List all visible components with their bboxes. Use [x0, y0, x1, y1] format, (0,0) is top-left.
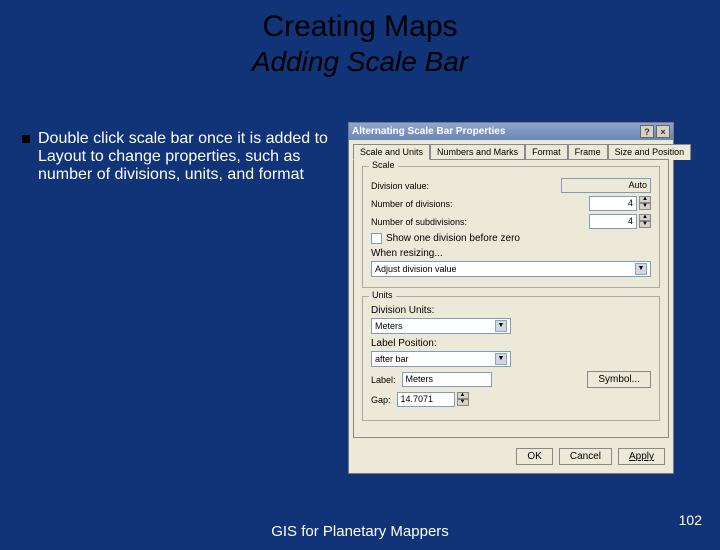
show-before-zero-label: Show one division before zero — [386, 233, 520, 244]
page-number: 102 — [679, 512, 702, 528]
tab-frame[interactable]: Frame — [568, 144, 608, 160]
chevron-down-icon: ▼ — [495, 320, 507, 332]
num-subdivisions-field[interactable]: 4 — [589, 214, 637, 229]
num-divisions-field[interactable]: 4 — [589, 196, 637, 211]
division-units-label: Division Units: — [371, 305, 434, 316]
gap-label: Gap: — [371, 395, 391, 405]
num-divisions-label: Number of divisions: — [371, 199, 453, 209]
help-button[interactable]: ? — [640, 125, 654, 138]
scale-group-label: Scale — [369, 160, 398, 170]
when-resizing-label: When resizing... — [371, 248, 443, 259]
when-resizing-select[interactable]: Adjust division value ▼ — [371, 261, 651, 277]
label-position-value: after bar — [375, 354, 409, 364]
close-button[interactable]: × — [656, 125, 670, 138]
tab-format[interactable]: Format — [525, 144, 568, 160]
bullet-list: Double click scale bar once it is added … — [22, 130, 332, 184]
units-group: Units Division Units: Meters ▼ Label Pos… — [362, 296, 660, 421]
division-value-field: Auto — [561, 178, 651, 193]
division-units-value: Meters — [375, 321, 403, 331]
dialog-title: Alternating Scale Bar Properties — [352, 126, 505, 137]
dialog-titlebar[interactable]: Alternating Scale Bar Properties ? × — [349, 123, 673, 140]
tabs: Scale and Units Numbers and Marks Format… — [349, 140, 673, 159]
ok-button[interactable]: OK — [516, 448, 552, 465]
tab-panel-scale-units: Scale Division value: Auto Number of div… — [353, 159, 669, 438]
slide-title-1: Creating Maps — [0, 10, 720, 44]
checkbox-box[interactable] — [371, 233, 382, 244]
dialog-buttons: OK Cancel Apply — [349, 442, 673, 473]
chevron-down-icon: ▼ — [635, 263, 647, 275]
tab-numbers-marks[interactable]: Numbers and Marks — [430, 144, 525, 160]
slide-title-2: Adding Scale Bar — [0, 46, 720, 78]
num-subdivisions-spinner[interactable]: ▲▼ — [639, 214, 651, 229]
apply-button[interactable]: Apply — [618, 448, 665, 465]
division-units-select[interactable]: Meters ▼ — [371, 318, 511, 334]
division-value-label: Division value: — [371, 181, 429, 191]
scale-group: Scale Division value: Auto Number of div… — [362, 166, 660, 288]
num-divisions-spinner[interactable]: ▲▼ — [639, 196, 651, 211]
chevron-down-icon: ▼ — [495, 353, 507, 365]
gap-field[interactable]: 14.7071 — [397, 392, 455, 407]
symbol-button[interactable]: Symbol... — [587, 371, 651, 388]
label-field-label: Label: — [371, 375, 396, 385]
when-resizing-value: Adjust division value — [375, 264, 457, 274]
label-position-label: Label Position: — [371, 338, 437, 349]
units-group-label: Units — [369, 290, 396, 300]
num-subdivisions-label: Number of subdivisions: — [371, 217, 467, 227]
properties-dialog: Alternating Scale Bar Properties ? × Sca… — [348, 122, 674, 474]
bullet-text: Double click scale bar once it is added … — [38, 130, 332, 184]
tab-scale-units[interactable]: Scale and Units — [353, 144, 430, 160]
label-field[interactable]: Meters — [402, 372, 492, 387]
slide-footer: GIS for Planetary Mappers — [0, 523, 720, 540]
bullet-marker — [22, 135, 30, 143]
tab-size-position[interactable]: Size and Position — [608, 144, 692, 160]
label-position-select[interactable]: after bar ▼ — [371, 351, 511, 367]
cancel-button[interactable]: Cancel — [559, 448, 612, 465]
gap-spinner[interactable]: ▲▼ — [457, 392, 469, 407]
show-before-zero-checkbox[interactable]: Show one division before zero — [371, 233, 651, 244]
